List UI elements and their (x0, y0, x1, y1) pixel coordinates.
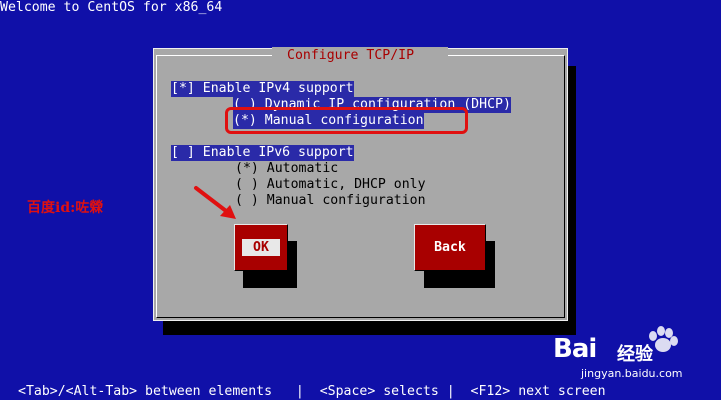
installer-title: Welcome to CentOS for x86_64 (0, 0, 223, 15)
key-hint-bar: <Tab>/<Alt-Tab> between elements | <Spac… (18, 384, 606, 399)
baidu-jingyan-text: 经验 (617, 344, 653, 365)
ipv6-automatic-dhcp-radio[interactable]: ( ) Automatic, DHCP only (235, 177, 426, 193)
baidu-brand-text: Bai (553, 334, 597, 364)
enable-ipv4-checkbox[interactable]: [*] Enable IPv4 support (171, 81, 354, 97)
author-watermark: 百度id:咗檾 (27, 200, 104, 216)
highlight-annotation-box (225, 107, 468, 134)
enable-ipv6-checkbox[interactable]: [ ] Enable IPv6 support (171, 145, 354, 161)
back-button[interactable]: Back (414, 224, 486, 271)
red-arrow-icon (194, 186, 236, 219)
ok-button[interactable]: OK (234, 224, 288, 271)
dialog-title: Configure TCP/IP (287, 48, 415, 63)
baidu-url-text: jingyan.baidu.com (581, 367, 683, 380)
ipv6-manual-radio[interactable]: ( ) Manual configuration (235, 193, 426, 209)
ok-button-label: OK (242, 239, 280, 256)
ipv6-automatic-radio[interactable]: (*) Automatic (235, 161, 338, 177)
back-button-label: Back (434, 240, 466, 255)
